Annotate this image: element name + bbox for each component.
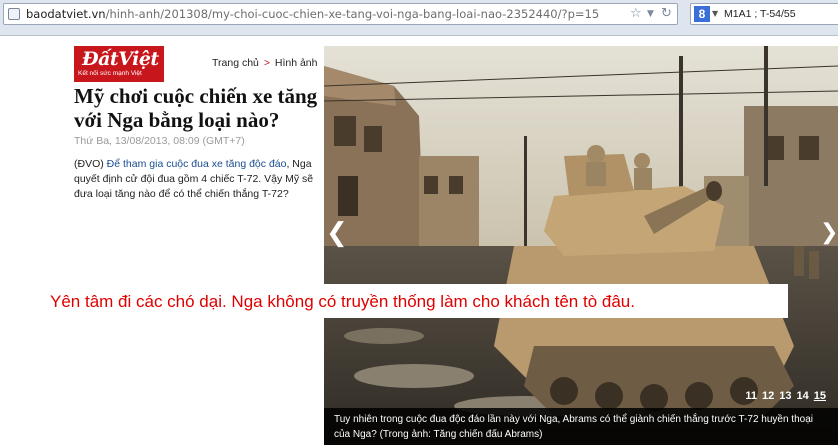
address-bar[interactable]: baodatviet.vn/hinh-anh/201308/my-choi-cu… [3,3,678,25]
site-favicon-icon [8,8,20,20]
page-link-13[interactable]: 13 [779,388,791,404]
logo-text: ĐấtViệt [82,48,159,70]
breadcrumb: Trang chủ > Hình ảnh [212,57,318,69]
dropdown-arrow-icon[interactable]: ▼ [647,6,654,22]
star-icon[interactable]: ☆ [630,6,642,22]
web-page: ĐấtViệt Kết nối sức mạnh Việt Trang chủ … [0,36,838,445]
screenshot-root: baodatviet.vn/hinh-anh/201308/my-choi-cu… [0,0,838,445]
chevron-left-icon[interactable]: ❮ [326,216,348,250]
url-domain: baodatviet.vn [26,7,106,21]
logo-tagline: Kết nối sức mạnh Việt [78,70,142,77]
tank-photo [324,46,838,445]
browser-toolbar: baodatviet.vn/hinh-anh/201308/my-choi-cu… [0,0,838,36]
page-link-12[interactable]: 12 [762,388,774,404]
gallery-viewer: ❮ ❯ 11 12 13 14 15 Tuy nhiên trong cuộc … [324,46,838,445]
google-icon[interactable]: 8 [694,6,710,22]
site-logo[interactable]: ĐấtViệt Kết nối sức mạnh Việt [74,46,164,82]
refresh-icon[interactable]: ↻ [661,6,672,22]
search-engine-dropdown-icon[interactable]: ▼ [712,9,718,18]
article-summary: (ĐVO) Để tham gia cuộc đua xe tăng độc đ… [74,157,319,202]
photo-caption: Tuy nhiên trong cuộc đua độc đáo lần này… [324,408,838,445]
breadcrumb-section[interactable]: Hình ảnh [275,57,318,69]
article-date: Thứ Ba, 13/08/2013, 08:09 (GMT+7) [74,135,245,147]
article-title: Mỹ chơi cuộc chiến xe tăng với Nga bằng … [74,84,318,132]
chevron-right-icon[interactable]: ❯ [820,216,838,250]
breadcrumb-separator: > [263,57,270,69]
overlay-comment-bar: Yên tâm đi các chó dại. Nga không có tru… [2,284,788,318]
url-path: /hinh-anh/201308/my-choi-cuoc-chien-xe-t… [105,7,600,21]
address-url[interactable]: baodatviet.vn/hinh-anh/201308/my-choi-cu… [26,7,599,21]
page-link-11[interactable]: 11 [745,388,757,404]
overlay-comment-text: Yên tâm đi các chó dại. Nga không có tru… [50,292,635,311]
gallery-pager: 11 12 13 14 15 [745,388,826,404]
search-input[interactable]: M1A1 ; T-54/55 [724,8,796,20]
page-link-15-current[interactable]: 15 [814,388,826,404]
breadcrumb-home[interactable]: Trang chủ [212,57,259,69]
summary-link[interactable]: Để tham gia cuộc đua xe tăng độc đáo [107,158,287,170]
page-link-14[interactable]: 14 [797,388,809,404]
search-bar[interactable]: 8 ▼ M1A1 ; T-54/55 [690,3,838,25]
summary-prefix: (ĐVO) [74,158,107,170]
